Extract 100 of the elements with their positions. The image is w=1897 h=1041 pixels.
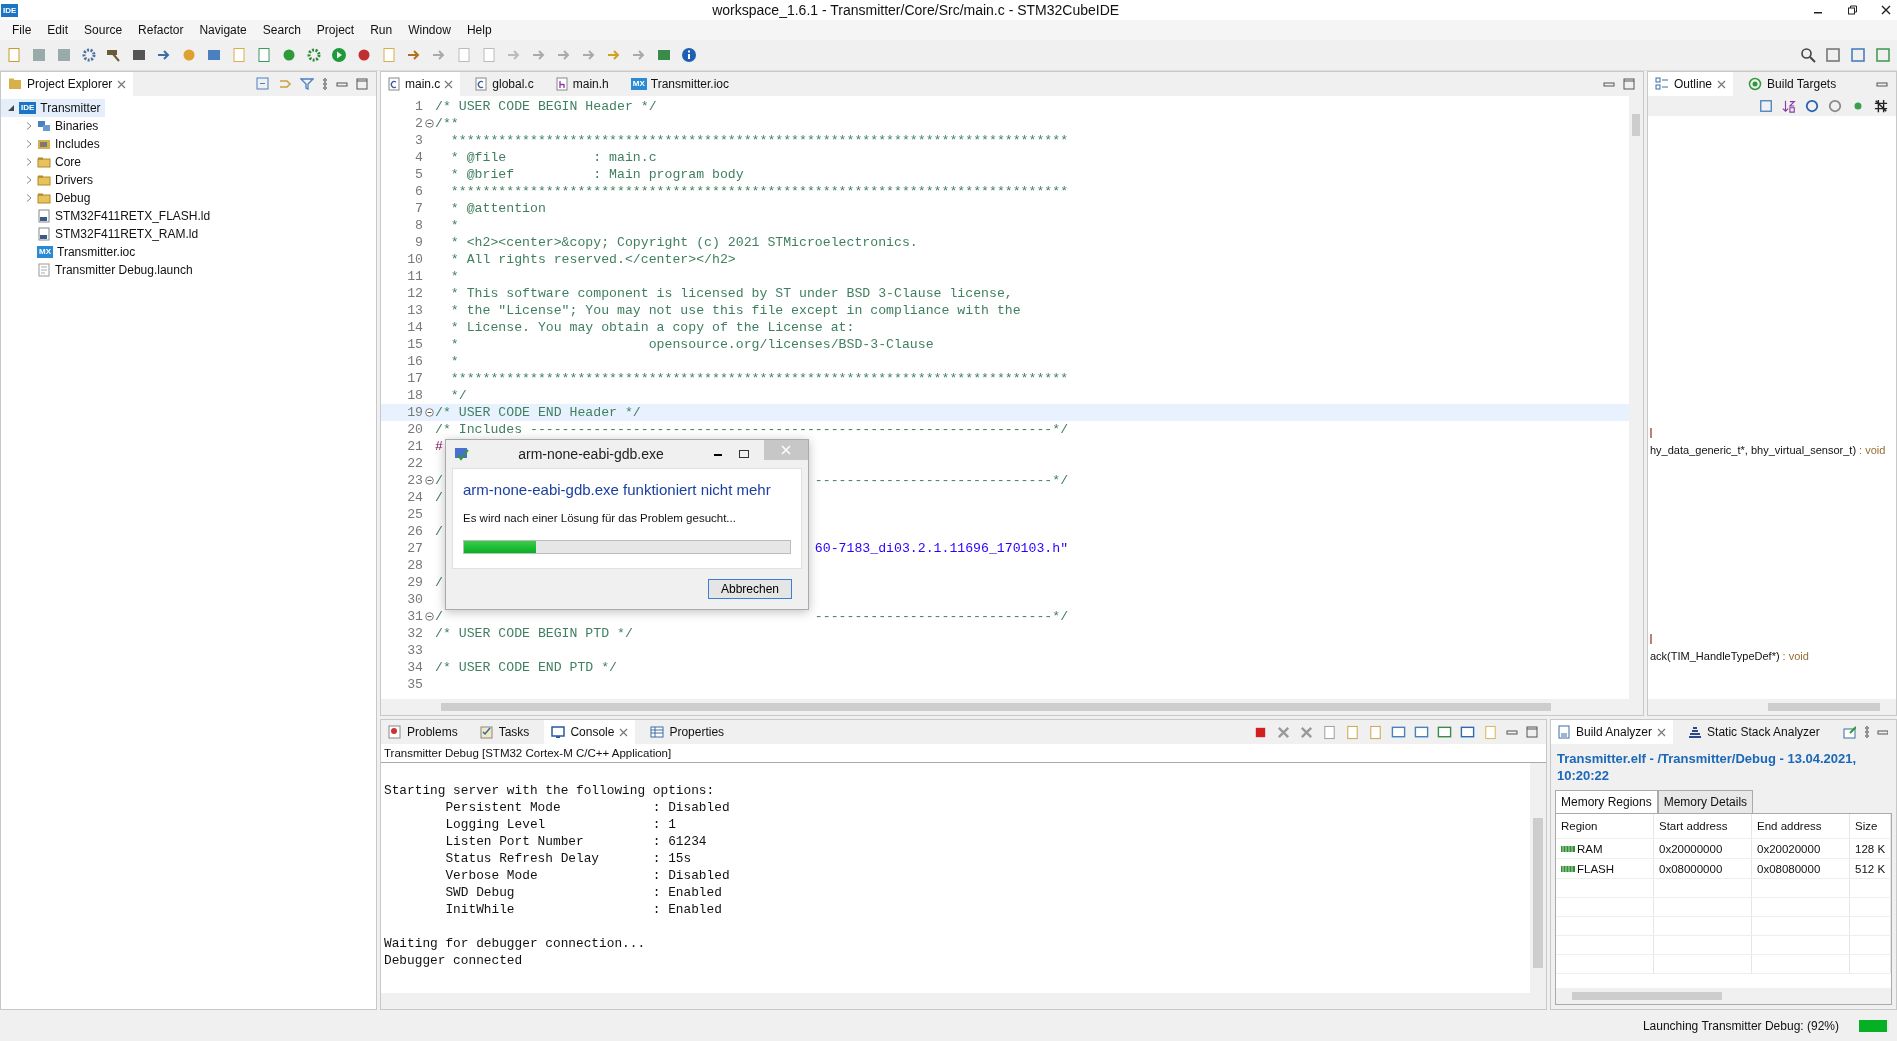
column-header[interactable]: Size — [1850, 814, 1891, 838]
more-icon[interactable] — [322, 77, 328, 91]
view-tab[interactable]: Project Explorer — [1, 72, 134, 96]
monitor-icon — [551, 725, 566, 739]
launch-file-icon — [37, 263, 51, 277]
line-number: 17 — [406, 371, 423, 386]
sub-tab[interactable]: Memory Details — [1657, 790, 1754, 813]
sub-tab[interactable]: Memory Regions — [1555, 790, 1658, 813]
fold-icon[interactable] — [424, 408, 434, 417]
code-text: ------------------------------*/ — [814, 473, 1069, 488]
console-line: Status Refresh Delay : 15s — [444, 851, 693, 868]
table-cell: RAM — [1577, 842, 1603, 855]
view-tab[interactable]: Tasks — [472, 720, 537, 744]
table-cell: 0x08080000 — [1757, 862, 1821, 875]
menu-item[interactable]: Help — [458, 22, 500, 38]
menu-item[interactable]: Refactor — [130, 22, 192, 38]
column-header[interactable]: Region — [1556, 814, 1654, 838]
outline-item[interactable]: hy_data_generic_t*, bhy_virtual_sensor_t) — [1650, 444, 1857, 456]
status-text: Launching Transmitter Debug: (92%) — [1642, 1018, 1839, 1033]
tree-item[interactable]: Debug — [55, 191, 91, 205]
new-file-icon[interactable] — [6, 47, 22, 63]
tree-item[interactable]: Transmitter — [40, 101, 101, 115]
tree-item[interactable]: Transmitter.ioc — [57, 245, 136, 259]
view-tab[interactable]: Static Stack Analyzer — [1681, 720, 1827, 744]
fold-icon[interactable] — [424, 476, 434, 485]
view-tab[interactable]: Properties — [643, 720, 732, 744]
console-line: Persistent Mode : Disabled — [444, 800, 731, 817]
remove-icon[interactable] — [1276, 724, 1291, 740]
gear-icon[interactable] — [81, 47, 97, 63]
restore-icon[interactable] — [1847, 5, 1857, 15]
cancel-button[interactable]: Abbrechen — [707, 579, 792, 599]
menu-item[interactable]: Window — [400, 22, 459, 38]
line-number: 12 — [406, 286, 423, 301]
hash-icon[interactable] — [1874, 99, 1888, 113]
sort-icon[interactable] — [1782, 99, 1796, 113]
close-icon[interactable] — [1881, 5, 1891, 15]
code-text: * @attention — [449, 201, 546, 216]
expand-arrow-icon[interactable] — [7, 104, 15, 112]
menu-item[interactable]: Search — [254, 22, 309, 38]
editor-tab[interactable]: main.c — [381, 72, 461, 96]
code-text: * opensource.org/licenses/BSD-3-Clause — [449, 337, 934, 352]
line-number: 2 — [414, 116, 423, 131]
menu-item[interactable]: Project — [308, 22, 363, 38]
view-tab[interactable]: Build Targets — [1741, 72, 1844, 96]
line-number: 1 — [414, 99, 423, 114]
tree-item-highlight[interactable]: IDE Transmitter — [1, 99, 105, 117]
tree-item[interactable]: Core — [55, 155, 81, 169]
remove-all-icon[interactable] — [1299, 724, 1314, 740]
vertical-scrollbar[interactable] — [1530, 763, 1546, 993]
play-icon[interactable] — [331, 47, 347, 63]
fold-icon[interactable] — [424, 119, 434, 128]
maximize-icon[interactable] — [738, 448, 750, 460]
view-title: Project Explorer — [27, 77, 113, 91]
horizontal-scrollbar[interactable] — [381, 993, 1546, 1009]
line-number: 32 — [406, 626, 423, 641]
hammer-icon[interactable] — [106, 47, 122, 63]
collapse-all-icon[interactable] — [256, 77, 270, 91]
tree-item[interactable]: Binaries — [55, 119, 99, 133]
menu-item[interactable]: Navigate — [191, 22, 255, 38]
filter-icon[interactable] — [300, 77, 314, 91]
tree-item[interactable]: Transmitter Debug.launch — [55, 263, 193, 277]
fold-icon[interactable] — [424, 612, 434, 621]
console-header: Transmitter Debug [STM32 Cortex-M C/C++ Application] — [381, 744, 1546, 763]
code-text: /* USER CODE BEGIN PTD */ — [435, 626, 633, 641]
view-tab[interactable]: Outline — [1648, 72, 1734, 96]
code-text: * License. You may obtain a copy of the License at: — [449, 320, 855, 335]
monitor-icon[interactable] — [1460, 724, 1475, 740]
column-header[interactable]: Start address — [1654, 814, 1752, 838]
includes-icon — [37, 137, 51, 151]
column-header[interactable]: End address — [1752, 814, 1850, 838]
linker-file-icon — [37, 209, 51, 223]
horizontal-scrollbar[interactable] — [1648, 699, 1896, 715]
horizontal-scrollbar[interactable] — [381, 699, 1643, 715]
menu-item[interactable]: Source — [76, 22, 131, 38]
return-type: : void — [1859, 444, 1886, 456]
console-line: Starting server with the following options: — [384, 783, 716, 800]
search-icon[interactable] — [1800, 47, 1816, 63]
editor-tab[interactable]: MX Transmitter.ioc — [623, 72, 736, 96]
editor-tab[interactable]: main.h — [548, 72, 616, 96]
menu-item[interactable]: Edit — [39, 22, 77, 38]
editor-tab[interactable]: global.c — [468, 72, 541, 96]
menu-item[interactable]: Run — [362, 22, 401, 38]
binary-icon — [37, 119, 51, 133]
menu-item[interactable]: File — [4, 22, 40, 38]
horizontal-scrollbar[interactable] — [1556, 988, 1891, 1004]
tree-item[interactable]: STM32F411RETX_FLASH.ld — [55, 209, 211, 223]
more-icon[interactable] — [1863, 725, 1870, 739]
view-tab[interactable]: Problems — [381, 720, 465, 744]
problems-icon — [388, 725, 402, 739]
table-cell: 0x20020000 — [1757, 842, 1821, 855]
tree-item[interactable]: Includes — [55, 137, 100, 151]
view-tab[interactable]: Build Analyzer — [1551, 720, 1674, 744]
view-tab[interactable]: Console — [544, 720, 636, 744]
tree-item[interactable]: Drivers — [55, 173, 93, 187]
line-number: 5 — [414, 167, 423, 182]
checklist-icon — [479, 725, 494, 739]
info-icon[interactable] — [681, 47, 697, 63]
outline-item[interactable]: ack(TIM_HandleTypeDef*) — [1650, 650, 1780, 662]
dialog-message: Es wird nach einer Lösung für das Problem gesucht... — [463, 512, 737, 524]
tree-item[interactable]: STM32F411RETX_RAM.ld — [55, 227, 199, 241]
